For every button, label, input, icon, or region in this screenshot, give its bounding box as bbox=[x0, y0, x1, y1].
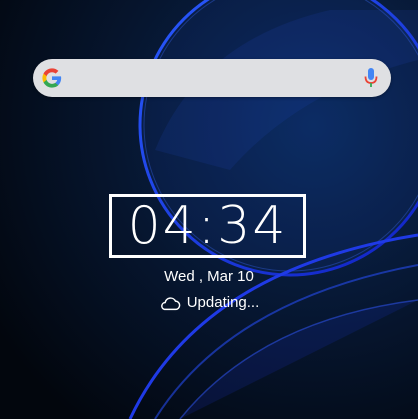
date-label[interactable]: Wed , Mar 10 bbox=[0, 268, 418, 285]
microphone-icon[interactable] bbox=[364, 67, 378, 89]
clock-widget[interactable]: 04:34 bbox=[109, 194, 306, 258]
clock-time: 04:34 bbox=[127, 196, 288, 256]
cloud-icon bbox=[160, 296, 181, 310]
weather-widget[interactable]: Updating... bbox=[0, 294, 418, 311]
weather-status: Updating... bbox=[186, 294, 260, 311]
google-g-icon bbox=[42, 68, 62, 88]
search-bar[interactable] bbox=[33, 59, 391, 97]
